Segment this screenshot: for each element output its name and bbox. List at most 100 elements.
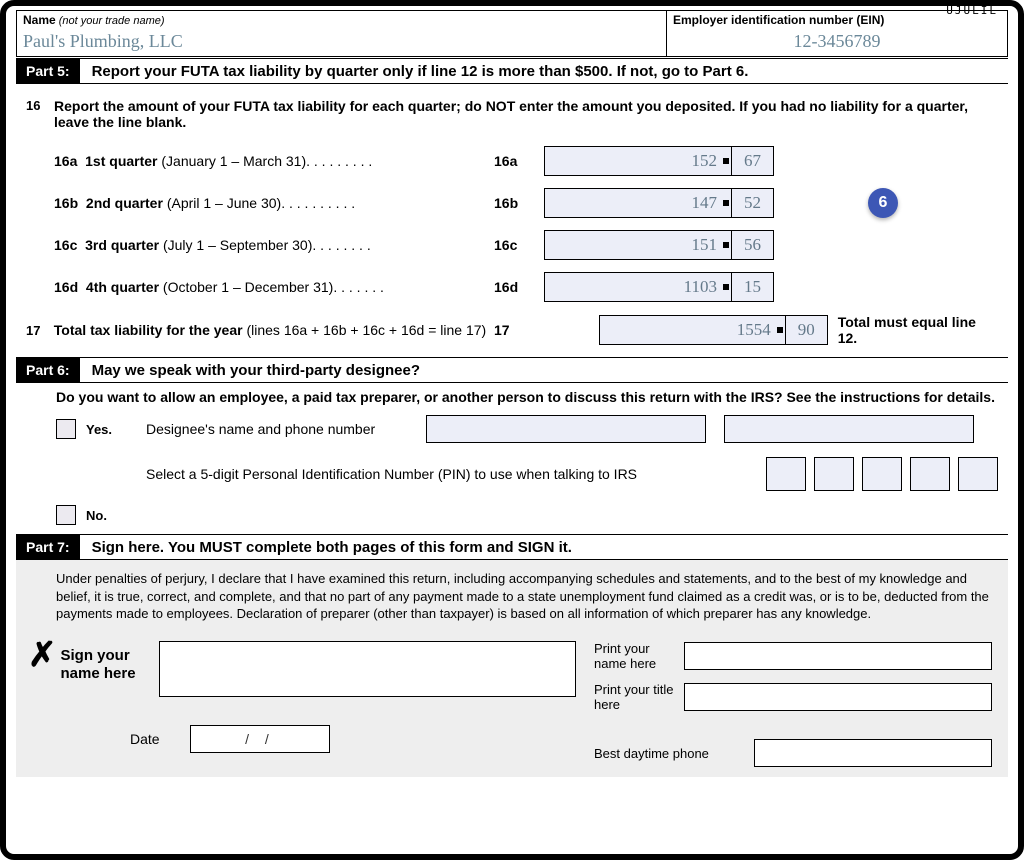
dots-16a: . . . . . . . . . bbox=[306, 153, 372, 169]
amount-16a[interactable]: 152 67 bbox=[544, 146, 774, 176]
designee-label: Designee's name and phone number bbox=[146, 421, 426, 437]
phone-label: Best daytime phone bbox=[594, 746, 754, 761]
row-16a: 16a 1st quarter (January 1 – March 31) .… bbox=[26, 146, 998, 176]
phone-input[interactable] bbox=[754, 739, 992, 767]
line17-code: 17 bbox=[494, 322, 510, 338]
sign-right: Print your name here Print your title he… bbox=[594, 641, 992, 767]
amount-16d[interactable]: 1103 15 bbox=[544, 272, 774, 302]
pin-digit-4[interactable] bbox=[910, 457, 950, 491]
checkbox-yes[interactable] bbox=[56, 419, 76, 439]
dot-icon bbox=[777, 327, 783, 333]
row-16b: 16b 2nd quarter (April 1 – June 30) . . … bbox=[26, 188, 998, 218]
colcode-16a: 16a bbox=[494, 153, 544, 169]
yes-row: Yes. Designee's name and phone number bbox=[56, 415, 998, 443]
part5-tab: Part 5: bbox=[16, 59, 80, 83]
cents-17: 90 bbox=[785, 316, 827, 344]
ein-cell: Employer identification number (EIN) 12-… bbox=[667, 11, 1007, 56]
line17-note: Total must equal line 12. bbox=[838, 314, 998, 346]
colcode-16d: 16d bbox=[494, 279, 544, 295]
whole-16b: 147 bbox=[661, 193, 721, 213]
part6-tab: Part 6: bbox=[16, 358, 80, 382]
period-16c: (July 1 – September 30) bbox=[163, 237, 312, 253]
cents-16d: 15 bbox=[731, 273, 773, 301]
part6-title: May we speak with your third-party desig… bbox=[80, 362, 420, 379]
form-page: UJULIL Name (not your trade name) Paul's… bbox=[0, 0, 1024, 860]
whole-16a: 152 bbox=[661, 151, 721, 171]
page-fragment: UJULIL bbox=[946, 4, 998, 17]
print-title-label: Print your title here bbox=[594, 682, 684, 713]
code-16c: 16c bbox=[54, 237, 77, 253]
part7-body: Under penalties of perjury, I declare th… bbox=[16, 560, 1008, 777]
line16-num: 16 bbox=[26, 98, 54, 130]
label-16b: 2nd quarter bbox=[86, 195, 163, 211]
pin-boxes bbox=[766, 457, 998, 491]
part5-bar: Part 5: Report your FUTA tax liability b… bbox=[16, 58, 1008, 84]
designee-phone-input[interactable] bbox=[724, 415, 974, 443]
date-input[interactable]: / / bbox=[190, 725, 330, 753]
whole-16c: 151 bbox=[661, 235, 721, 255]
date-label: Date bbox=[130, 731, 190, 747]
pin-digit-2[interactable] bbox=[814, 457, 854, 491]
header-row: Name (not your trade name) Paul's Plumbi… bbox=[16, 10, 1008, 57]
sign-grid: ✗ Sign your name here Date / / Print you… bbox=[56, 641, 992, 767]
dots-16c: . . . . . . . . bbox=[312, 237, 370, 253]
dot-icon bbox=[723, 200, 729, 206]
label-16c: 3rd quarter bbox=[85, 237, 159, 253]
amount-17[interactable]: 1554 90 bbox=[599, 315, 827, 345]
line17-bold: Total tax liability for the year bbox=[54, 322, 243, 338]
yes-label: Yes. bbox=[86, 422, 146, 437]
annotation-badge-6: 6 bbox=[868, 188, 898, 218]
code-16a: 16a bbox=[54, 153, 77, 169]
pin-digit-3[interactable] bbox=[862, 457, 902, 491]
label-16a: 1st quarter bbox=[85, 153, 157, 169]
cents-16b: 52 bbox=[731, 189, 773, 217]
line17-rest: (lines 16a + 16b + 16c + 16d = line 17) bbox=[243, 322, 487, 338]
line16-text: Report the amount of your FUTA tax liabi… bbox=[54, 98, 998, 130]
label-16d: 4th quarter bbox=[86, 279, 159, 295]
print-name-input[interactable] bbox=[684, 642, 992, 670]
code-16b: 16b bbox=[54, 195, 78, 211]
name-sublabel: (not your trade name) bbox=[56, 15, 165, 27]
print-name-label: Print your name here bbox=[594, 641, 684, 672]
dot-icon bbox=[723, 158, 729, 164]
ein-value[interactable]: 12-3456789 bbox=[673, 27, 1001, 52]
designee-name-input[interactable] bbox=[426, 415, 706, 443]
cents-16a: 67 bbox=[731, 147, 773, 175]
sign-label: Sign your name here bbox=[61, 641, 159, 683]
pin-digit-1[interactable] bbox=[766, 457, 806, 491]
part6-bar: Part 6: May we speak with your third-par… bbox=[16, 357, 1008, 383]
no-label: No. bbox=[86, 508, 146, 523]
line17-num: 17 bbox=[26, 323, 54, 338]
name-cell: Name (not your trade name) Paul's Plumbi… bbox=[17, 11, 667, 56]
print-title-input[interactable] bbox=[684, 683, 992, 711]
part7-title: Sign here. You MUST complete both pages … bbox=[80, 539, 572, 556]
whole-16d: 1103 bbox=[661, 277, 721, 297]
dot-icon bbox=[723, 242, 729, 248]
part7-tab: Part 7: bbox=[16, 535, 80, 559]
amount-16c[interactable]: 151 56 bbox=[544, 230, 774, 260]
part5-title: Report your FUTA tax liability by quarte… bbox=[80, 63, 749, 80]
name-label: Name bbox=[23, 13, 56, 27]
row-17: 17 Total tax liability for the year (lin… bbox=[26, 314, 998, 346]
period-16a: (January 1 – March 31) bbox=[161, 153, 306, 169]
part5-section: 16 Report the amount of your FUTA tax li… bbox=[16, 84, 1008, 356]
perjury-text: Under penalties of perjury, I declare th… bbox=[56, 570, 992, 623]
row-16c: 16c 3rd quarter (July 1 – September 30) … bbox=[26, 230, 998, 260]
name-value[interactable]: Paul's Plumbing, LLC bbox=[23, 27, 660, 52]
colcode-16c: 16c bbox=[494, 237, 544, 253]
dot-icon bbox=[723, 284, 729, 290]
signature-input[interactable] bbox=[159, 641, 577, 697]
amount-16b[interactable]: 147 52 bbox=[544, 188, 774, 218]
sign-left: ✗ Sign your name here Date / / bbox=[56, 641, 576, 767]
checkbox-no[interactable] bbox=[56, 505, 76, 525]
cents-16c: 56 bbox=[731, 231, 773, 259]
pin-row: Select a 5-digit Personal Identification… bbox=[56, 457, 998, 491]
pin-digit-5[interactable] bbox=[958, 457, 998, 491]
row-16d: 16d 4th quarter (October 1 – December 31… bbox=[26, 272, 998, 302]
code-16d: 16d bbox=[54, 279, 78, 295]
part6-question: Do you want to allow an employee, a paid… bbox=[56, 389, 998, 405]
dots-16b: . . . . . . . . . . bbox=[281, 195, 355, 211]
whole-17: 1554 bbox=[715, 320, 775, 340]
colcode-16b: 16b bbox=[494, 195, 544, 211]
pin-text: Select a 5-digit Personal Identification… bbox=[146, 466, 766, 482]
